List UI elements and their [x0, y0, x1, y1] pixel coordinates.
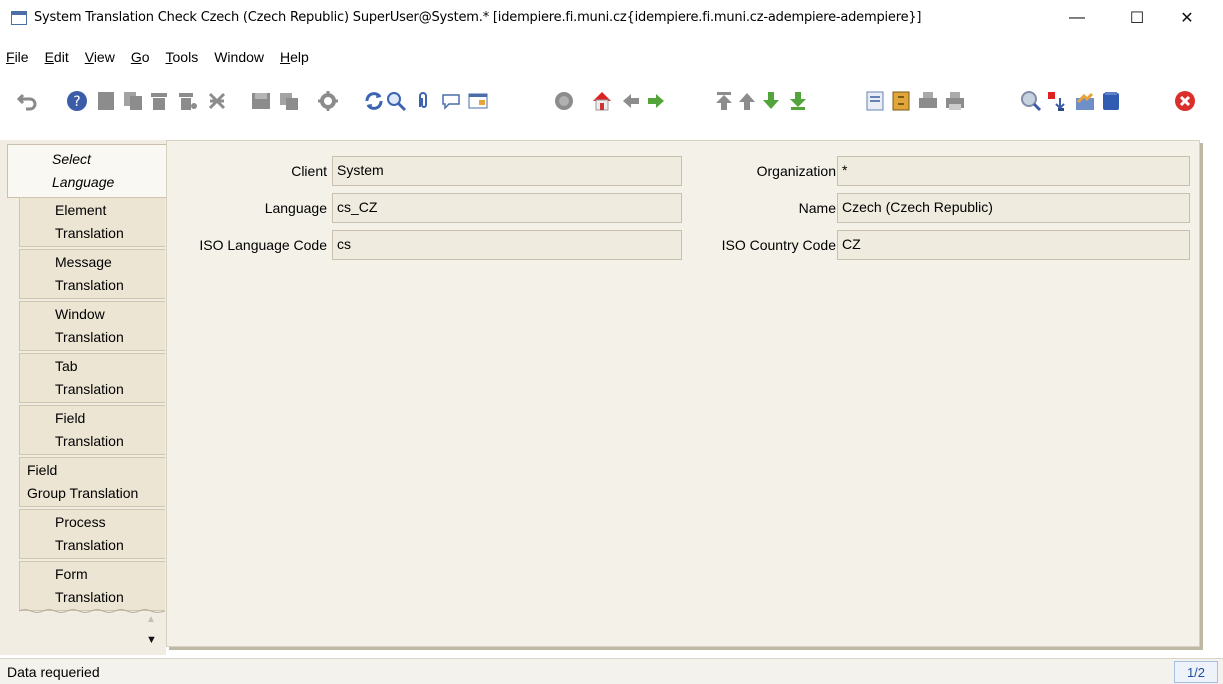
print-preview-icon[interactable]: [917, 90, 939, 112]
menu-edit[interactable]: Edit: [45, 49, 69, 65]
home-icon[interactable]: [591, 90, 613, 112]
iso-language-code-label: ISO Language Code: [199, 237, 327, 253]
iso-language-code-field[interactable]: cs: [332, 230, 682, 260]
tab-message-translation[interactable]: Message Translation: [19, 249, 165, 299]
language-label: Language: [264, 200, 327, 216]
organization-field[interactable]: *: [837, 156, 1190, 186]
name-label: Name: [798, 200, 836, 216]
status-bar: Data requeried 1/2: [0, 658, 1223, 684]
tab-field-group-translation[interactable]: Field Group Translation: [19, 457, 165, 507]
iso-country-code-label: ISO Country Code: [721, 237, 836, 253]
attachment-icon[interactable]: [412, 90, 434, 112]
customize-icon[interactable]: [317, 90, 339, 112]
scroll-down-arrow[interactable]: ▼: [146, 634, 157, 646]
toolbar: ?: [0, 80, 1223, 124]
maximize-button[interactable]: ☐: [1114, 0, 1160, 36]
close-window-button[interactable]: ✕: [1164, 0, 1210, 36]
next-record-icon[interactable]: [760, 90, 782, 112]
scroll-up-arrow[interactable]: ▲: [146, 614, 156, 625]
client-label: Client: [291, 163, 327, 179]
copy-record-icon[interactable]: [122, 90, 144, 112]
tab-panel: Select Language Element Translation Mess…: [0, 140, 166, 655]
find-icon[interactable]: [385, 90, 407, 112]
zoom-across-icon[interactable]: [1020, 90, 1042, 112]
undo-icon[interactable]: [17, 90, 39, 112]
first-record-icon[interactable]: [713, 90, 735, 112]
delete-icon[interactable]: [148, 90, 170, 112]
tab-process-translation[interactable]: Process Translation: [19, 509, 165, 559]
menu-window[interactable]: Window: [214, 49, 264, 65]
menu-bar: File Edit View Go Tools Window Help: [0, 44, 1223, 70]
record-navigator[interactable]: 1/2: [1174, 661, 1218, 683]
tab-overflow-edge: [19, 609, 165, 613]
tab-window-translation[interactable]: Window Translation: [19, 301, 165, 351]
tab-tab-translation[interactable]: Tab Translation: [19, 353, 165, 403]
refresh-icon[interactable]: [363, 90, 385, 112]
form-panel: Client System Organization * Language cs…: [166, 140, 1200, 647]
name-field[interactable]: Czech (Czech Republic): [837, 193, 1190, 223]
chat-icon[interactable]: [440, 90, 462, 112]
archive-icon[interactable]: [890, 90, 912, 112]
delete-selection-icon[interactable]: [176, 90, 198, 112]
client-field[interactable]: System: [332, 156, 682, 186]
new-record-icon[interactable]: [95, 90, 117, 112]
tab-form-translation[interactable]: Form Translation: [19, 561, 165, 611]
save-new-icon[interactable]: [278, 90, 300, 112]
tab-select-language[interactable]: Select Language: [7, 144, 166, 198]
menu-tools[interactable]: Tools: [166, 49, 199, 65]
menu-help[interactable]: Help: [280, 49, 309, 65]
organization-label: Organization: [756, 163, 836, 179]
tab-element-translation[interactable]: Element Translation: [19, 197, 165, 247]
menu-file[interactable]: File: [6, 49, 29, 65]
tab-field-translation[interactable]: Field Translation: [19, 405, 165, 455]
title-bar: System Translation Check Czech (Czech Re…: [0, 0, 1223, 40]
history-icon[interactable]: [553, 90, 575, 112]
product-info-icon[interactable]: [1074, 90, 1096, 112]
previous-record-icon[interactable]: [736, 90, 758, 112]
window-title: System Translation Check Czech (Czech Re…: [34, 10, 922, 25]
next-tab-icon[interactable]: [645, 90, 667, 112]
minimize-button[interactable]: —: [1054, 0, 1100, 36]
svg-text:?: ?: [73, 94, 80, 110]
app-window-icon: [11, 11, 27, 25]
previous-tab-icon[interactable]: [620, 90, 642, 112]
print-icon[interactable]: [944, 90, 966, 112]
request-icon[interactable]: [1046, 90, 1068, 112]
help-icon[interactable]: ?: [66, 90, 88, 112]
report-icon[interactable]: [864, 90, 886, 112]
window-icon[interactable]: [1100, 90, 1122, 112]
status-message: Data requeried: [7, 664, 100, 680]
delete-multi-icon[interactable]: [206, 90, 228, 112]
menu-go[interactable]: Go: [131, 49, 150, 65]
save-icon[interactable]: [250, 90, 272, 112]
end-icon[interactable]: [1174, 90, 1196, 112]
last-record-icon[interactable]: [787, 90, 809, 112]
grid-toggle-icon[interactable]: [467, 90, 489, 112]
language-field[interactable]: cs_CZ: [332, 193, 682, 223]
menu-view[interactable]: View: [85, 49, 115, 65]
iso-country-code-field[interactable]: CZ: [837, 230, 1190, 260]
